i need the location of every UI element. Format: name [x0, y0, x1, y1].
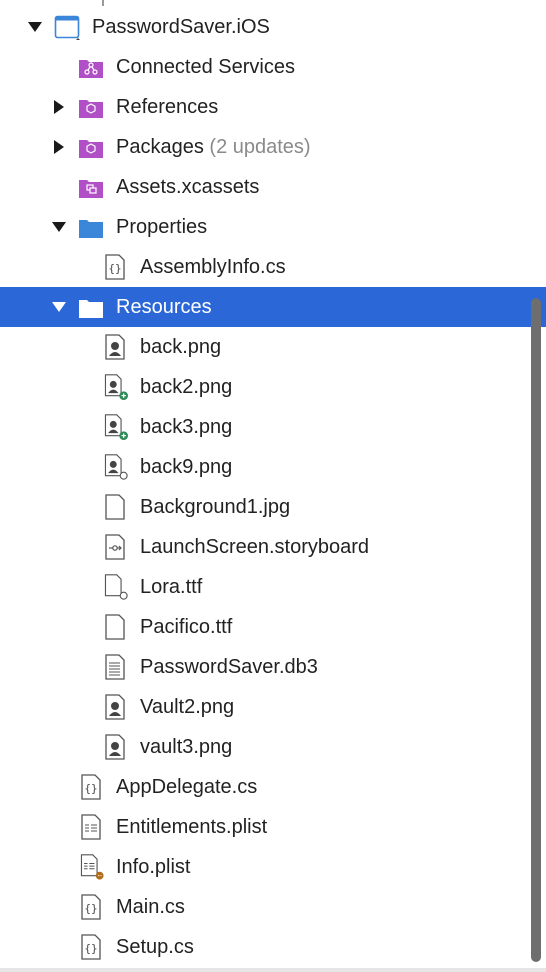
tree-item-label: Main.cs — [116, 896, 185, 918]
tree-item-label: Pacifico.ttf — [140, 616, 233, 638]
storyboard-file-icon — [105, 534, 125, 560]
tree-row-pacifico-ttf[interactable]: Pacifico.ttf — [0, 607, 546, 647]
tree-row-connected-services[interactable]: Connected Services — [0, 47, 546, 87]
tree-item-label: PasswordSaver.iOS — [92, 16, 270, 38]
tree-row-vault3-png[interactable]: vault3.png — [0, 727, 546, 767]
blank-file-icon — [105, 614, 125, 640]
tree-row-back2-png[interactable]: back2.png — [0, 367, 546, 407]
image-file-icon — [104, 414, 128, 440]
tree-item-label-group: Packages (2 updates) — [116, 136, 311, 158]
tree-row-back-png[interactable]: back.png — [0, 327, 546, 367]
svg-text:{}: {} — [84, 942, 97, 955]
tree-row-background1-jpg[interactable]: Background1.jpg — [0, 487, 546, 527]
tree-item-label: Properties — [116, 216, 208, 238]
tree-item-label: back2.png — [140, 376, 233, 398]
scrollbar-thumb[interactable] — [531, 298, 541, 962]
tree-item-label: back9.png — [140, 456, 233, 478]
tree-item-label: LaunchScreen.storyboard — [140, 536, 370, 558]
csharp-file-icon: {} — [81, 894, 101, 920]
tree-row-lora-ttf[interactable]: Lora.ttf — [0, 567, 546, 607]
disclosure-expanded-icon[interactable] — [27, 19, 43, 35]
tree-item-label: vault3.png — [140, 736, 233, 758]
tree-item-label: AppDelegate.cs — [116, 776, 258, 798]
tree-row-references[interactable]: References — [0, 87, 546, 127]
disclosure-collapsed-icon[interactable] — [51, 139, 67, 155]
disclosure-expanded-icon[interactable] — [51, 219, 67, 235]
blank-file-icon — [105, 494, 125, 520]
tree-item-label: Lora.ttf — [140, 576, 203, 598]
tree-row-passwordsaver-ios[interactable]: PasswordSaver.iOS — [0, 7, 546, 47]
disclosure-expanded-icon[interactable] — [51, 299, 67, 315]
solution-tree: PasswordSaver.iOS Connected Services Ref… — [0, 0, 546, 972]
svg-text:{}: {} — [84, 902, 97, 915]
tree-row-main-cs[interactable]: {} Main.cs — [0, 887, 546, 927]
csharp-file-icon: {} — [81, 774, 101, 800]
blank-file-icon — [104, 574, 128, 600]
tree-item-label: back3.png — [140, 416, 233, 438]
tree-item-label: Resources — [116, 296, 212, 318]
tree-item-label: Setup.cs — [116, 936, 194, 958]
tree-row-info-plist[interactable]: Info.plist — [0, 847, 546, 887]
plist-file-icon — [80, 854, 104, 880]
tree-item-label: PasswordSaver.db3 — [140, 656, 318, 678]
tree-row-packages[interactable]: Packages (2 updates) — [0, 127, 546, 167]
image-file-icon — [105, 694, 125, 720]
tree-row-entitlements-plist[interactable]: Entitlements.plist — [0, 807, 546, 847]
tree-item-label: Background1.jpg — [140, 496, 291, 518]
tree-row-assemblyinfo-cs[interactable]: {} AssemblyInfo.cs — [0, 247, 546, 287]
svg-text:{}: {} — [84, 782, 97, 795]
tree-row-properties[interactable]: Properties — [0, 207, 546, 247]
image-file-icon — [104, 454, 128, 480]
tree-row-launchscreen-storyboard[interactable]: LaunchScreen.storyboard — [0, 527, 546, 567]
tree-item-label: AssemblyInfo.cs — [140, 256, 286, 278]
tree-row-passwordsaver-db3[interactable]: PasswordSaver.db3 — [0, 647, 546, 687]
tree-item-label: Assets.xcassets — [116, 176, 260, 198]
tree-row-setup-cs[interactable]: {} Setup.cs — [0, 927, 546, 967]
plist-file-icon — [81, 814, 101, 840]
tree-row-back9-png[interactable]: back9.png — [0, 447, 546, 487]
tree-item-label: Packages — [116, 136, 204, 158]
tree-row-back3-png[interactable]: back3.png — [0, 407, 546, 447]
disclosure-collapsed-icon[interactable] — [51, 99, 67, 115]
ios-project-icon — [54, 15, 80, 40]
text-file-icon — [105, 654, 125, 680]
bottom-edge — [0, 968, 546, 972]
tree-item-label: Entitlements.plist — [116, 816, 268, 838]
csharp-file-icon: {} — [105, 254, 125, 280]
tree-row-appdelegate-cs[interactable]: {} AppDelegate.cs — [0, 767, 546, 807]
connected-services-folder-icon — [79, 60, 103, 78]
tree-row-vault2-png[interactable]: Vault2.png — [0, 687, 546, 727]
image-file-icon — [105, 734, 125, 760]
tree-item-label: References — [116, 96, 219, 118]
tree-item-label: back.png — [140, 336, 222, 358]
updates-badge: (2 updates) — [209, 136, 311, 158]
references-folder-icon — [79, 100, 103, 118]
assets-folder-icon — [79, 180, 103, 198]
tree-item-label: Info.plist — [116, 856, 191, 878]
svg-text:{}: {} — [108, 262, 121, 275]
image-file-icon — [104, 374, 128, 400]
folder-icon — [79, 220, 103, 238]
vertical-scrollbar[interactable] — [528, 298, 544, 962]
tree-row-resources[interactable]: Resources — [0, 287, 546, 327]
tree-item-label: Vault2.png — [140, 696, 235, 718]
tree-item-label: Connected Services — [116, 56, 295, 78]
packages-folder-icon — [79, 140, 103, 158]
folder-icon — [79, 300, 103, 318]
image-file-icon — [105, 334, 125, 360]
tree-row-assets-xcassets[interactable]: Assets.xcassets — [0, 167, 546, 207]
csharp-file-icon: {} — [81, 934, 101, 960]
